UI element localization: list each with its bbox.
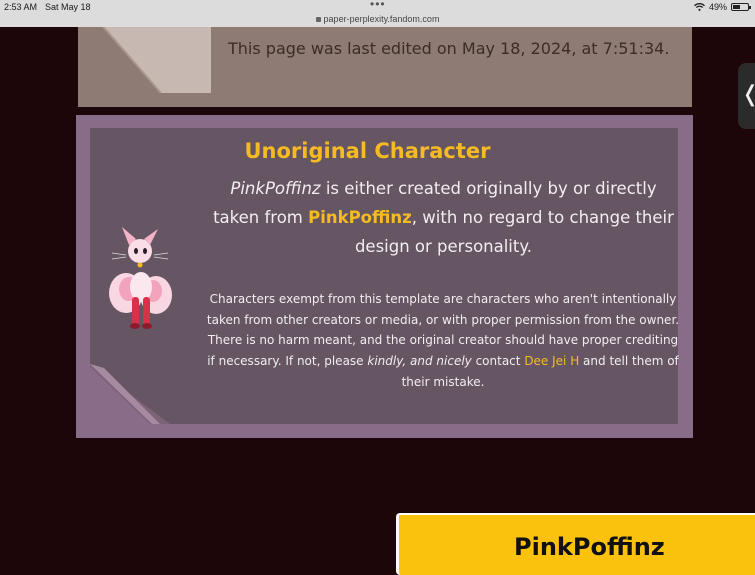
battery-icon bbox=[731, 3, 751, 11]
source-name-link[interactable]: PinkPoffinz bbox=[308, 208, 412, 227]
address-bar[interactable]: paper-perplexity.fandom.com bbox=[0, 14, 755, 24]
character-image bbox=[109, 227, 172, 329]
template-title: Unoriginal Character bbox=[244, 139, 491, 163]
infobox-title: PinkPoffinz bbox=[514, 533, 665, 561]
battery-percent: 49% bbox=[708, 2, 727, 12]
card-corner-decoration bbox=[102, 27, 211, 94]
status-bar: 2:53 AM Sat May 18 ••• paper-perplexity.… bbox=[0, 0, 755, 27]
template-description: PinkPoffinz is either created originally… bbox=[205, 174, 682, 261]
chevron-left-icon: ❬ bbox=[741, 82, 755, 107]
note-emphasis: kindly, and nicely bbox=[367, 354, 472, 369]
template-corner-accent bbox=[90, 364, 170, 424]
address-url: paper-perplexity.fandom.com bbox=[323, 14, 440, 24]
wifi-icon bbox=[694, 3, 705, 11]
template-note: Characters exempt from this template are… bbox=[206, 289, 680, 393]
last-edited-card: This page was last edited on May 18, 202… bbox=[78, 27, 692, 107]
contact-user-link[interactable]: Dee Jei H bbox=[524, 354, 579, 368]
status-time: 2:53 AM bbox=[4, 2, 38, 12]
note-part2: contact bbox=[471, 354, 525, 369]
character-name: PinkPoffinz bbox=[230, 179, 321, 198]
multitasking-dots-icon[interactable]: ••• bbox=[370, 0, 386, 11]
lock-icon bbox=[315, 17, 321, 23]
status-indicators: 49% bbox=[694, 2, 751, 12]
last-edited-text: This page was last edited on May 18, 202… bbox=[228, 39, 670, 58]
side-panel-tab[interactable]: ❬ bbox=[738, 63, 755, 129]
status-date: Sat May 18 bbox=[45, 2, 91, 12]
